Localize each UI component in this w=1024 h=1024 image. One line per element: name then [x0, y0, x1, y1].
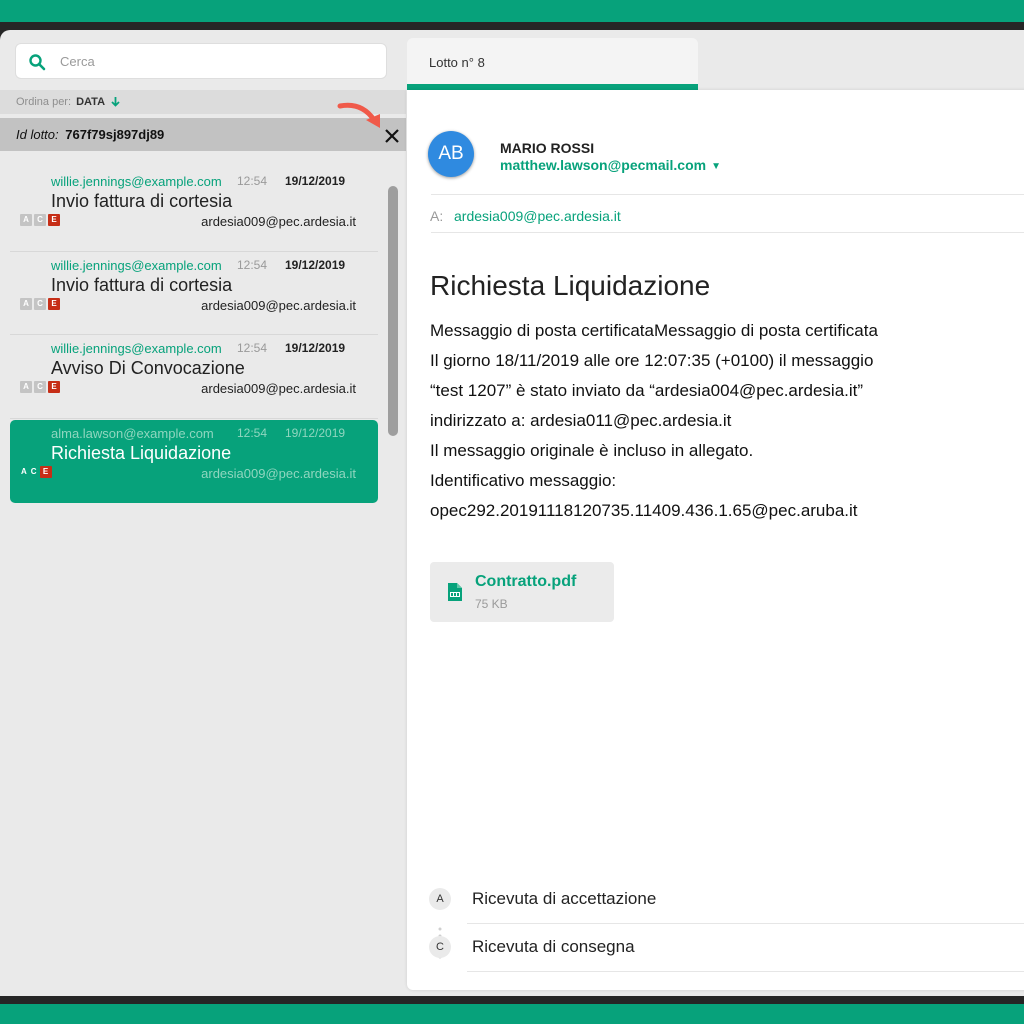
receipt-badges: A C E — [20, 465, 52, 478]
pdf-file-icon — [448, 583, 462, 601]
message-recipient: ardesia009@pec.ardesia.it — [201, 214, 356, 229]
badge-c: C — [34, 381, 46, 393]
tab-label: Lotto n° 8 — [429, 55, 485, 70]
message-time: 12:54 — [237, 257, 268, 272]
message-recipient: ardesia009@pec.ardesia.it — [201, 297, 356, 313]
message-date: 19/12/2019 — [285, 341, 346, 355]
receipt-badges: A C E — [20, 297, 60, 310]
divider — [431, 194, 1024, 195]
message-subject: Avviso Di Convocazione — [51, 358, 245, 378]
message-subject: Invio fattura di cortesia — [51, 191, 233, 211]
message-subject: Richiesta Liquidazione — [51, 442, 232, 463]
message-time: 12:54 — [237, 425, 268, 440]
sender-name: MARIO ROSSI — [500, 140, 595, 156]
attachment-card[interactable]: Contratto.pdf 75 KB — [430, 562, 614, 622]
sender-email: matthew.lawson@pecmail.com ▼ — [500, 157, 721, 173]
badge-c: C — [34, 214, 46, 226]
badge-e: E — [48, 381, 60, 393]
receipt-letter-badge: C — [429, 936, 451, 958]
badge-a: A — [20, 297, 32, 310]
badge-c: C — [30, 466, 37, 476]
message-time: 12:54 — [237, 341, 268, 355]
search-input[interactable] — [60, 50, 370, 72]
body-line: Il messaggio originale è incluso in alle… — [430, 441, 754, 460]
app-screen: Ordina per: DATA Id lotto: 767f79sj897dj… — [0, 30, 1024, 996]
message-date: 19/12/2019 — [285, 425, 346, 440]
badge-e: E — [39, 465, 52, 478]
message-date: 19/12/2019 — [285, 174, 346, 188]
message-detail: AB MARIO ROSSI matthew.lawson@pecmail.co… — [407, 90, 1024, 990]
recipient-email[interactable]: ardesia009@pec.ardesia.it — [454, 208, 621, 224]
body-line: Identificativo messaggio: — [430, 471, 617, 490]
message-recipient: ardesia009@pec.ardesia.it — [201, 465, 356, 481]
badge-a: A — [20, 214, 32, 226]
message-recipient: ardesia009@pec.ardesia.it — [201, 381, 356, 396]
message-subject: Invio fattura di cortesia — [51, 274, 233, 295]
sender-email-text: matthew.lawson@pecmail.com — [500, 157, 707, 173]
message-sender: willie.jennings@example.com — [51, 174, 222, 189]
body-line: opec292.20191118120735.11409.436.1.65@pe… — [430, 501, 858, 520]
search-box — [15, 43, 387, 79]
message-item[interactable]: willie.jennings@example.com 12:54 19/12/… — [10, 335, 378, 419]
message-date: 19/12/2019 — [285, 257, 346, 272]
message-sender: willie.jennings@example.com — [51, 341, 222, 356]
attachment-size: 75 KB — [475, 597, 508, 611]
badge-a: A — [20, 381, 32, 393]
message-item[interactable]: willie.jennings@example.com 12:54 19/12/… — [10, 252, 378, 335]
message-sender: alma.lawson@example.com — [51, 425, 214, 441]
message-item[interactable]: willie.jennings@example.com 12:54 19/12/… — [10, 168, 378, 252]
body-line: indirizzato a: ardesia011@pec.ardesia.it — [430, 411, 732, 430]
message-time: 12:54 — [237, 174, 268, 188]
lot-label: Id lotto: — [16, 127, 59, 142]
sort-label: Ordina per: — [16, 96, 72, 108]
chevron-down-icon[interactable]: ▼ — [711, 161, 721, 172]
message-sender: willie.jennings@example.com — [51, 257, 222, 273]
message-list: willie.jennings@example.com 12:54 19/12/… — [10, 168, 378, 503]
avatar: AB — [428, 131, 474, 177]
receipt-letter-badge: A — [429, 888, 451, 910]
receipt-badges: A C E — [20, 381, 60, 393]
message-body: Messaggio di posta certificataMessaggio … — [430, 316, 1024, 526]
lot-id: 767f79sj897dj89 — [65, 127, 165, 142]
receipt-label: Ricevuta di consegna — [472, 937, 635, 956]
sort-value: DATA — [76, 96, 106, 108]
body-line: “test 1207” è stato inviato da “ardesia0… — [430, 381, 864, 400]
receipt-badges: A C E — [20, 214, 60, 226]
divider — [431, 232, 1024, 233]
attachment-name: Contratto.pdf — [475, 573, 577, 590]
hint-arrow-icon — [337, 102, 380, 128]
badge-e: E — [48, 214, 60, 226]
badge-a: A — [21, 466, 27, 476]
badge-e: E — [48, 297, 60, 310]
recipient-label: A: — [430, 208, 444, 224]
tab-lotto[interactable]: Lotto n° 8 — [407, 38, 698, 90]
receipt-delivery[interactable]: C Ricevuta di consegna — [429, 924, 1024, 972]
body-line: Il giorno 18/11/2019 alle ore 12:07:35 (… — [430, 351, 874, 370]
receipt-acceptance[interactable]: A Ricevuta di accettazione — [429, 876, 1024, 924]
body-line: Messaggio di posta certificataMessaggio … — [430, 321, 878, 340]
badge-c: C — [34, 297, 46, 310]
arrow-down-icon — [111, 97, 120, 107]
message-title: Richiesta Liquidazione — [430, 270, 711, 301]
search-icon — [29, 54, 46, 71]
receipt-label: Ricevuta di accettazione — [472, 889, 657, 908]
list-scrollbar[interactable] — [388, 186, 398, 436]
message-item-selected[interactable]: alma.lawson@example.com 12:54 19/12/2019… — [10, 419, 378, 503]
